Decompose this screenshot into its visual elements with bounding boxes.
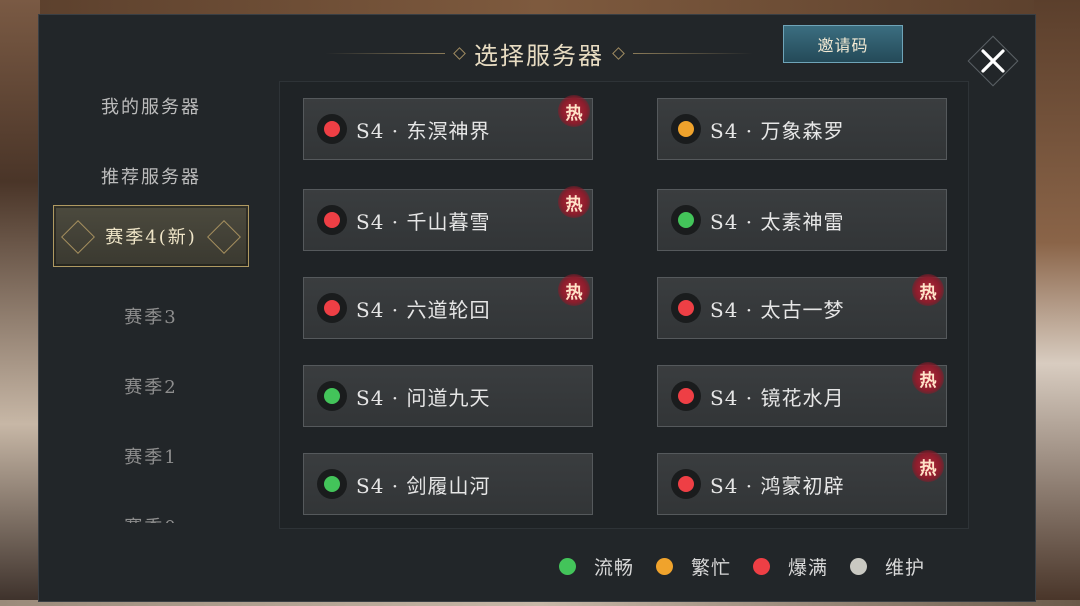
server-item[interactable]: S4 · 六道轮回 热 — [303, 274, 593, 339]
legend-item-full: 爆满 — [753, 553, 828, 580]
server-item[interactable]: S4 · 万象森罗 — [657, 98, 947, 160]
hot-badge: 热 — [558, 274, 590, 306]
background-top — [0, 0, 1080, 14]
status-dot-icon — [324, 300, 340, 316]
legend-label: 爆满 — [788, 556, 829, 579]
hot-badge: 热 — [912, 274, 944, 306]
sidebar-item-season-0[interactable]: 赛季0 — [53, 495, 249, 523]
sidebar-item-recommended[interactable]: 推荐服务器 — [53, 145, 249, 207]
season-sidebar: 我的服务器 推荐服务器 赛季4(新) 赛季3 赛季2 赛季1 赛季0 — [39, 75, 251, 523]
status-dot-icon — [324, 476, 340, 492]
status-dot-icon — [678, 300, 694, 316]
status-indicator — [317, 469, 347, 499]
status-dot-icon — [678, 121, 694, 137]
background-left — [0, 0, 40, 606]
status-dot-icon — [324, 121, 340, 137]
server-name: S4 · 万象森罗 — [710, 118, 845, 143]
status-dot-icon — [850, 557, 868, 575]
status-dot-icon — [559, 557, 576, 575]
server-name: S4 · 问道九天 — [356, 385, 491, 410]
close-button[interactable] — [967, 35, 1019, 87]
server-item[interactable]: S4 · 剑履山河 — [303, 453, 593, 515]
sidebar-item-season-1[interactable]: 赛季1 — [53, 425, 249, 487]
status-dot-icon — [678, 212, 694, 228]
server-name: S4 · 鸿蒙初辟 — [710, 473, 845, 498]
hot-badge: 热 — [558, 95, 590, 127]
sidebar-item-season-2[interactable]: 赛季2 — [53, 355, 249, 417]
status-indicator — [671, 381, 701, 411]
server-name: S4 · 太古一梦 — [710, 297, 845, 322]
server-item[interactable]: S4 · 千山暮雪 热 — [303, 186, 593, 251]
server-item[interactable]: S4 · 镜花水月 热 — [657, 362, 947, 427]
server-item[interactable]: S4 · 太素神雷 — [657, 189, 947, 251]
sidebar-item-season-4[interactable]: 赛季4(新) — [53, 205, 249, 267]
hot-badge: 热 — [912, 362, 944, 394]
invite-code-button[interactable]: 邀请码 — [783, 25, 903, 63]
status-dot-icon — [656, 557, 674, 575]
status-indicator — [317, 293, 347, 323]
server-name: S4 · 千山暮雪 — [356, 209, 491, 234]
legend-item-maintenance: 维护 — [850, 553, 925, 580]
diamond-ornament-icon — [453, 46, 466, 60]
status-indicator — [671, 205, 701, 235]
hot-badge: 热 — [912, 450, 944, 482]
legend-item-busy: 繁忙 — [656, 553, 731, 580]
status-dot-icon — [324, 388, 340, 404]
title-ornament-right — [633, 52, 753, 54]
server-name: S4 · 六道轮回 — [356, 297, 491, 322]
server-select-panel: 选择服务器 邀请码 我的服务器 推荐服务器 赛季4(新) 赛季3 赛季2 赛季1… — [38, 14, 1036, 602]
server-item[interactable]: S4 · 问道九天 — [303, 365, 593, 427]
sidebar-item-label: 赛季4(新) — [105, 227, 197, 248]
sidebar-item-season-3[interactable]: 赛季3 — [53, 285, 249, 347]
legend-label: 维护 — [885, 556, 926, 579]
status-dot-icon — [678, 476, 694, 492]
server-list: S4 · 东溟神界 热 S4 · 万象森罗 S4 · 千山暮雪 热 S4 · 太… — [279, 81, 969, 529]
server-item[interactable]: S4 · 东溟神界 热 — [303, 95, 593, 160]
status-indicator — [671, 469, 701, 499]
server-name: S4 · 镜花水月 — [710, 385, 845, 410]
legend-label: 繁忙 — [691, 556, 732, 579]
server-name: S4 · 剑履山河 — [356, 473, 491, 498]
status-dot-icon — [753, 557, 771, 575]
title-ornament-left — [325, 52, 445, 54]
server-name: S4 · 太素神雷 — [710, 209, 845, 234]
status-indicator — [317, 381, 347, 411]
sidebar-item-my-servers[interactable]: 我的服务器 — [53, 75, 249, 137]
status-dot-icon — [324, 212, 340, 228]
status-indicator — [671, 114, 701, 144]
status-indicator — [671, 293, 701, 323]
status-dot-icon — [678, 388, 694, 404]
server-item[interactable]: S4 · 太古一梦 热 — [657, 274, 947, 339]
status-indicator — [317, 205, 347, 235]
status-indicator — [317, 114, 347, 144]
legend-label: 流畅 — [594, 556, 635, 579]
server-item[interactable]: S4 · 鸿蒙初辟 热 — [657, 450, 947, 515]
page-title: 选择服务器 — [474, 41, 604, 70]
background-right — [1034, 0, 1080, 606]
diamond-ornament-icon — [612, 46, 625, 60]
status-legend: 流畅 繁忙 爆满 维护 — [559, 549, 999, 583]
close-icon — [981, 49, 1005, 73]
legend-item-smooth: 流畅 — [559, 553, 634, 580]
hot-badge: 热 — [558, 186, 590, 218]
server-name: S4 · 东溟神界 — [356, 118, 491, 143]
